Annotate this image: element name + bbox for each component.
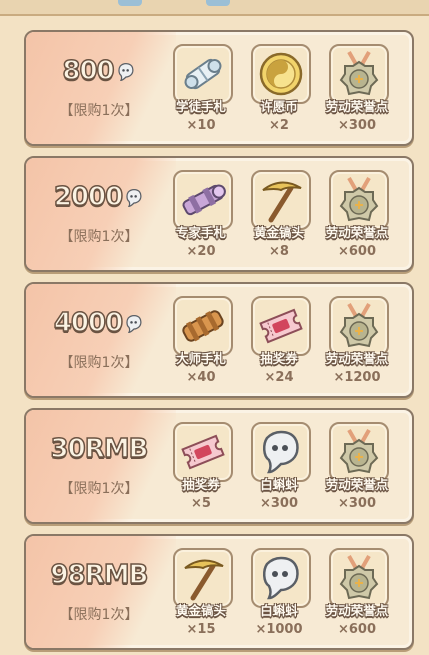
ghost-currency-icon	[126, 314, 142, 333]
reward-name: 劳动荣誉点	[325, 603, 389, 618]
reward-quantity: ×15	[186, 622, 216, 637]
pack-limit-label: 【限购1次】	[59, 103, 139, 119]
pack-price-value: 800	[62, 55, 116, 87]
pack-price-panel	[26, 536, 176, 648]
reward-item[interactable]: 劳动荣誉点 ×300	[324, 44, 390, 140]
pack-limit-label: 【限购1次】	[59, 481, 139, 497]
reward-quantity: ×600	[337, 244, 377, 259]
reward-quantity: ×600	[337, 622, 377, 637]
coin-icon	[251, 44, 311, 104]
pack-card[interactable]: 2000 【限购1次】 专家手札 ×20 黄金镐头 ×8 劳动荣誉点 ×600	[24, 156, 414, 272]
reward-item[interactable]: 劳动荣誉点 ×1200	[324, 296, 390, 392]
pickaxe-icon	[251, 170, 311, 230]
pack-price-value: 2000	[53, 181, 124, 213]
ticket-icon	[251, 296, 311, 356]
ghost-currency-icon	[118, 62, 134, 81]
reward-quantity: ×1200	[333, 370, 381, 385]
pack-price: 800	[32, 55, 166, 87]
reward-item[interactable]: 劳动荣誉点 ×300	[324, 422, 390, 518]
top-tab	[206, 0, 230, 6]
reward-quantity: ×10	[186, 118, 216, 133]
reward-quantity: ×24	[264, 370, 294, 385]
reward-name: 抽奖券	[260, 351, 298, 366]
reward-item[interactable]: 黄金镐头 ×8	[246, 170, 312, 266]
top-frame	[0, 0, 429, 16]
reward-item[interactable]: 劳动荣誉点 ×600	[324, 548, 390, 644]
pack-price: 4000	[32, 307, 166, 339]
pack-card[interactable]: 4000 【限购1次】 大师手札 ×40 抽奖券 ×24 劳动荣誉点 ×1200	[24, 282, 414, 398]
reward-name: 黄金镐头	[253, 225, 304, 240]
reward-quantity: ×300	[259, 496, 299, 511]
reward-item[interactable]: 黄金镐头 ×15	[168, 548, 234, 644]
reward-quantity: ×1000	[255, 622, 303, 637]
pack-card[interactable]: 98RMB 【限购1次】 黄金镐头 ×15 白蝌蚪 ×1000 劳动荣誉点 ×600	[24, 534, 414, 650]
top-tab	[118, 0, 142, 6]
pack-card[interactable]: 800 【限购1次】 学徒手札 ×10 许愿币 ×2 劳动荣誉点 ×300	[24, 30, 414, 146]
medal-icon	[329, 296, 389, 356]
reward-quantity: ×40	[186, 370, 216, 385]
reward-quantity: ×8	[269, 244, 289, 259]
ghost-currency-icon	[126, 188, 142, 207]
reward-item[interactable]: 许愿币 ×2	[246, 44, 312, 140]
reward-item[interactable]: 学徒手札 ×10	[168, 44, 234, 140]
medal-icon	[329, 44, 389, 104]
pack-price: 2000	[32, 181, 166, 213]
reward-name: 专家手札	[175, 225, 226, 240]
reward-name: 学徒手札	[175, 99, 226, 114]
pack-price: 98RMB	[32, 559, 166, 591]
medal-icon	[329, 548, 389, 608]
master-scroll-icon	[173, 296, 233, 356]
reward-name: 抽奖券	[182, 477, 220, 492]
reward-item[interactable]: 劳动荣誉点 ×600	[324, 170, 390, 266]
reward-name: 劳动荣誉点	[325, 477, 389, 492]
pack-limit-label: 【限购1次】	[59, 229, 139, 245]
medal-icon	[329, 422, 389, 482]
reward-name: 劳动荣誉点	[325, 99, 389, 114]
scroll-icon	[173, 44, 233, 104]
reward-quantity: ×20	[186, 244, 216, 259]
reward-item[interactable]: 专家手札 ×20	[168, 170, 234, 266]
pack-price-panel	[26, 284, 176, 396]
reward-name: 许愿币	[260, 99, 298, 114]
reward-name: 劳动荣誉点	[325, 225, 389, 240]
reward-item[interactable]: 大师手札 ×40	[168, 296, 234, 392]
pickaxe-icon	[173, 548, 233, 608]
reward-name: 白蝌蚪	[260, 603, 298, 618]
reward-item[interactable]: 白蝌蚪 ×1000	[246, 548, 312, 644]
pack-price-panel	[26, 32, 176, 144]
reward-quantity: ×300	[337, 118, 377, 133]
reward-name: 劳动荣誉点	[325, 351, 389, 366]
reward-quantity: ×2	[269, 118, 289, 133]
pack-price-value: 4000	[53, 307, 124, 339]
ticket-icon	[173, 422, 233, 482]
medal-icon	[329, 170, 389, 230]
telescope-icon	[173, 170, 233, 230]
reward-item[interactable]: 抽奖券 ×24	[246, 296, 312, 392]
ghost-icon	[251, 548, 311, 608]
reward-item[interactable]: 抽奖券 ×5	[168, 422, 234, 518]
pack-price-panel	[26, 410, 176, 522]
pack-limit-label: 【限购1次】	[59, 607, 139, 623]
pack-price-value: 30RMB	[50, 433, 149, 465]
reward-quantity: ×5	[191, 496, 211, 511]
pack-limit-label: 【限购1次】	[59, 355, 139, 371]
reward-name: 大师手札	[175, 351, 226, 366]
reward-name: 黄金镐头	[175, 603, 226, 618]
ghost-icon	[251, 422, 311, 482]
reward-quantity: ×300	[337, 496, 377, 511]
pack-price-panel	[26, 158, 176, 270]
reward-name: 白蝌蚪	[260, 477, 298, 492]
pack-card[interactable]: 30RMB 【限购1次】 抽奖券 ×5 白蝌蚪 ×300 劳动荣誉点 ×300	[24, 408, 414, 524]
pack-price-value: 98RMB	[50, 559, 149, 591]
reward-item[interactable]: 白蝌蚪 ×300	[246, 422, 312, 518]
pack-price: 30RMB	[32, 433, 166, 465]
